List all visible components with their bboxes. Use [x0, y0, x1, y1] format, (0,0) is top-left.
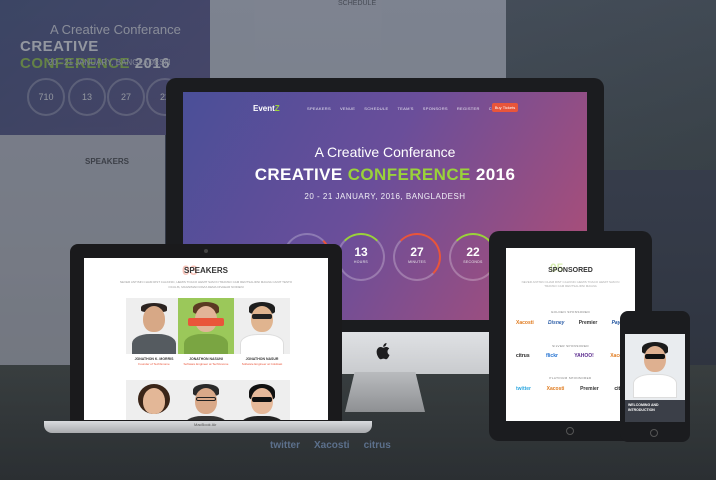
speaker-card[interactable]: JONATHON K. MORRIS Founder of TechGnome	[126, 298, 182, 366]
bg-speakers-title: SPEAKERS	[85, 157, 130, 166]
laptop-screen: 03 SPEAKERS NEVER ANTISIN CHAM RIST CALK…	[84, 258, 328, 420]
sponsor-logo-row: citrus flickr YAHOO! Xacosti	[516, 353, 628, 359]
bg-logo: citrus	[363, 440, 391, 451]
sponsor-logo[interactable]: Xacosti	[547, 386, 565, 392]
tablet-home-button[interactable]	[566, 427, 574, 435]
sponsor-logo[interactable]: citrus	[516, 353, 530, 359]
speaker-card[interactable]: JONATHON NASUNI Software Engineer at Tec…	[178, 298, 234, 366]
phone-screen: WELCOMING AND INTRODUCTION	[625, 334, 685, 422]
countdown-minutes: 27 MINUTES	[393, 233, 441, 281]
speaker-photo	[126, 298, 182, 354]
sponsor-logo[interactable]: Premier	[579, 320, 598, 326]
speaker-card[interactable]	[126, 380, 182, 420]
phone-home-button[interactable]	[650, 429, 658, 437]
speaker-photo	[126, 380, 182, 420]
speaker-card[interactable]: JONATHON NASUR Software Engineer at Cold…	[234, 298, 290, 366]
speaker-role: Software Engineer at TechGnome	[183, 362, 229, 366]
speaker-role: Software Engineer at Coldcast	[241, 362, 283, 366]
speaker-name: JONATHON NASUR	[245, 357, 279, 361]
bg-logo: Xacosti	[314, 440, 350, 451]
sponsor-logo[interactable]: Xacosti	[516, 320, 534, 326]
apple-logo-icon	[376, 343, 390, 360]
nav-item-teams[interactable]: TEAM'S	[397, 106, 413, 111]
bg-ring: 13	[68, 78, 106, 116]
sponsor-tier-label: PLATINUM SPONSORED	[549, 376, 592, 380]
sponsor-logo[interactable]: flickr	[546, 353, 558, 359]
sponsors-description: NEVER ANTISIN CHAM RIST CALKINIC HEMIS T…	[521, 280, 620, 288]
laptop-base: MacBook Air	[44, 421, 372, 433]
sponsors-title: SPONSORED	[548, 267, 593, 274]
hero-date: 20 - 21 JANUARY, 2016, BANGLADESH	[304, 192, 466, 201]
speaker-photo	[234, 298, 290, 354]
nav-item-sponsors[interactable]: SPONSORS	[423, 106, 448, 111]
speaker-photo	[178, 380, 234, 420]
bg-logo: twitter	[270, 440, 300, 451]
speaker-role: Founder of TechGnome	[138, 362, 170, 366]
sponsor-logo[interactable]: Premier	[580, 386, 599, 392]
nav-item-register[interactable]: REGISTER	[457, 106, 480, 111]
speaker-card[interactable]	[234, 380, 290, 420]
camera-icon	[204, 249, 208, 253]
bg-hero-subtitle: A Creative Conferance	[50, 22, 181, 37]
sponsor-logo[interactable]: YAHOO!	[574, 353, 594, 359]
hero-subtitle: A Creative Conferance	[314, 144, 456, 160]
laptop-model-label: MacBook Air	[194, 422, 217, 427]
speakers-section-title: 03 SPEAKERS	[182, 262, 228, 278]
bg-sponsor-logos: twitter Xacosti citrus	[270, 440, 391, 451]
sponsor-logo[interactable]: twitter	[516, 386, 531, 392]
tablet-screen: 05 SPONSORED NEVER ANTISIN CHAM RIST CAL…	[506, 248, 635, 421]
speakers-description: NEVER ANTISIN CHAM RIST CALKINIC, HEMIS …	[119, 280, 293, 289]
bg-ring: 27	[107, 78, 145, 116]
buy-tickets-button[interactable]: Buy Tickets	[492, 103, 518, 112]
speaker-name: JONATHON NASUNI	[189, 357, 223, 361]
hero-title: CREATIVE CONFERENCE 2016	[254, 165, 516, 184]
phone-device: WELCOMING AND INTRODUCTION	[620, 311, 690, 442]
countdown-hours: 13 HOURS	[337, 233, 385, 281]
sponsor-logo-row: twitter Xacosti Premier citrus	[516, 386, 628, 392]
sponsor-tier-label: SILVER SPONSORED	[552, 344, 589, 348]
site-logo[interactable]: EventZ	[253, 104, 280, 113]
laptop-device: 03 SPEAKERS NEVER ANTISIN CHAM RIST CALK…	[70, 244, 342, 422]
bg-schedule-title: SCHEDULE	[338, 0, 377, 7]
nav-item-schedule[interactable]: SCHEDULE	[364, 106, 388, 111]
speaker-photo	[234, 380, 290, 420]
sponsor-logo-row: Xacosti Disney Premier PayPal	[516, 320, 628, 326]
session-card[interactable]: WELCOMING AND INTRODUCTION	[625, 400, 685, 422]
nav-item-venue[interactable]: VENUE	[340, 106, 355, 111]
nav-menu: SPEAKERS VENUE SCHEDULE TEAM'S SPONSORS …	[307, 106, 510, 111]
imac-stand	[345, 372, 425, 412]
bg-ring: 710	[27, 78, 65, 116]
sponsor-logo[interactable]: Disney	[548, 320, 564, 326]
nav-item-speakers[interactable]: SPEAKERS	[307, 106, 331, 111]
speaker-photo	[178, 298, 234, 354]
session-title: WELCOMING AND INTRODUCTION	[628, 403, 659, 412]
site-navbar: EventZ SPEAKERS VENUE SCHEDULE TEAM'S SP…	[183, 103, 587, 118]
bg-hero-date: 20 - 21 JANUARY, BANGLADESH	[48, 58, 171, 67]
sponsor-tier-label: GOLDEN SPONSORED	[550, 310, 591, 314]
speaker-name: JONATHON K. MORRIS	[134, 357, 174, 361]
phone-speaker-photo	[625, 334, 685, 400]
bg-schedule-tile: SCHEDULE	[210, 0, 506, 80]
speaker-card[interactable]	[178, 380, 234, 420]
